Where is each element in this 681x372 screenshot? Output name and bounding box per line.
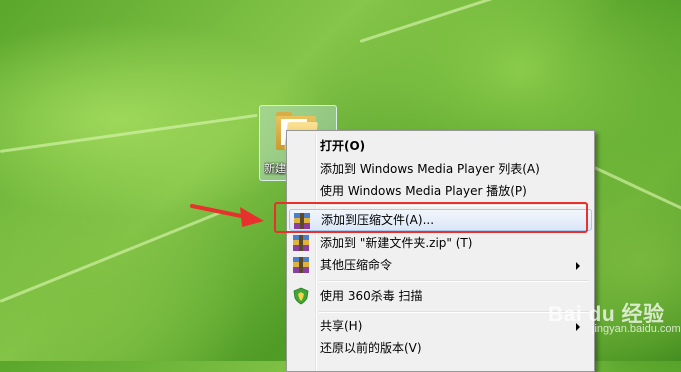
winrar-archive-icon	[293, 257, 309, 273]
menu-item-label: 还原以前的版本(V)	[320, 341, 422, 355]
menu-item-label: 添加到 Windows Media Player 列表(A)	[320, 162, 540, 176]
menu-item-restore-previous-versions[interactable]: 还原以前的版本(V)	[289, 337, 590, 359]
shield-icon	[293, 287, 309, 305]
highlight-box	[274, 202, 588, 233]
menu-item-label: 共享(H)	[320, 319, 363, 333]
folder-label: 新建	[264, 162, 286, 175]
menu-item-add-to-zip[interactable]: 添加到 "新建文件夹.zip" (T)	[289, 232, 590, 254]
menu-item-label: 使用 360杀毒 扫描	[320, 289, 423, 303]
menu-item-label: 添加到 "新建文件夹.zip" (T)	[320, 236, 473, 250]
leaf-vein	[0, 113, 258, 153]
menu-item-add-to-wmp-list[interactable]: 添加到 Windows Media Player 列表(A)	[289, 158, 590, 180]
menu-separator	[319, 280, 589, 282]
context-menu: 打开(O) 添加到 Windows Media Player 列表(A) 使用 …	[286, 130, 595, 372]
menu-item-label: 打开(O)	[320, 139, 366, 153]
menu-item-open[interactable]: 打开(O)	[289, 135, 590, 157]
menu-item-play-with-wmp[interactable]: 使用 Windows Media Player 播放(P)	[289, 180, 590, 202]
menu-item-label: 使用 Windows Media Player 播放(P)	[320, 184, 527, 198]
red-arrow-icon	[190, 204, 264, 227]
winrar-archive-icon	[293, 235, 309, 251]
submenu-arrow-icon	[576, 262, 580, 270]
menu-item-other-compress-commands[interactable]: 其他压缩命令	[289, 254, 590, 276]
menu-item-label: 其他压缩命令	[320, 258, 393, 272]
leaf-vein	[359, 0, 646, 43]
menu-item-360-scan[interactable]: 使用 360杀毒 扫描	[289, 285, 590, 307]
menu-item-share[interactable]: 共享(H)	[289, 315, 590, 337]
watermark-url: jingyan.baidu.com	[592, 323, 681, 335]
